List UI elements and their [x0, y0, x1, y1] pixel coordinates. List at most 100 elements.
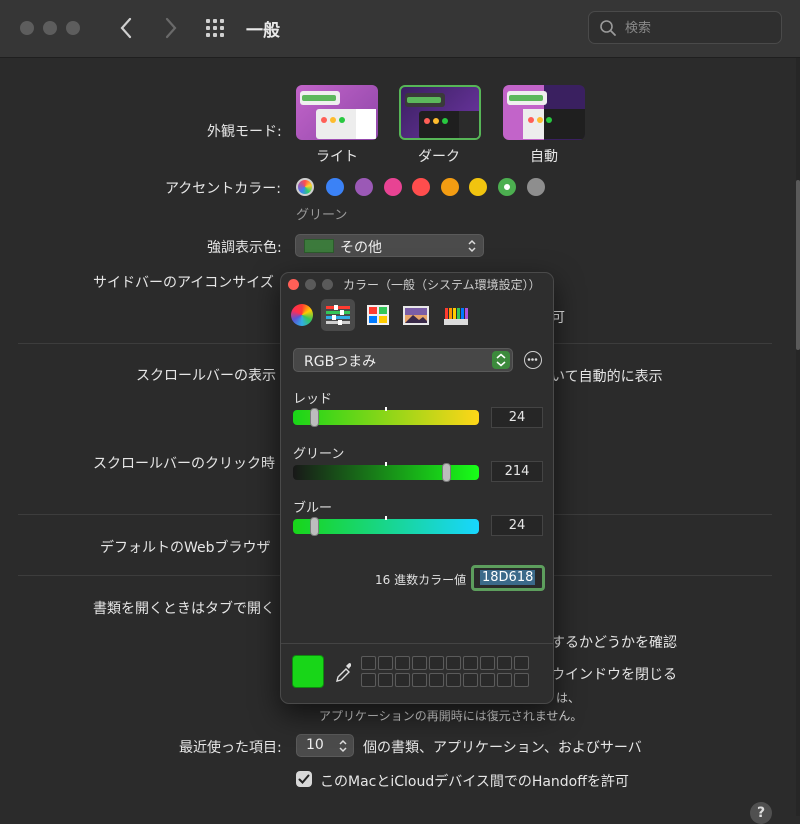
close-windows-text: ウインドウを閉じる	[551, 667, 677, 683]
back-button[interactable]	[115, 15, 137, 41]
red-slider-label: レッド	[293, 392, 333, 407]
recent-items-stepper[interactable]: 10	[296, 734, 354, 757]
hex-color-field[interactable]: 18D618	[471, 565, 545, 591]
scrollbar-display-label: スクロールバーの表示	[136, 368, 276, 384]
blue-slider-track[interactable]	[293, 516, 479, 534]
color-mode-arrow	[492, 351, 510, 369]
accent-graphite-dot[interactable]	[527, 178, 545, 196]
search-input[interactable]	[623, 18, 773, 38]
accent-blue-dot[interactable]	[326, 178, 344, 196]
swatch-cell[interactable]	[378, 673, 393, 687]
swatch-cell[interactable]	[361, 673, 376, 687]
accent-red-dot[interactable]	[412, 178, 430, 196]
accent-multicolor-dot[interactable]	[296, 178, 314, 196]
swatch-cell[interactable]	[463, 656, 478, 670]
swatch-cell[interactable]	[395, 673, 410, 687]
zoom-window-button[interactable]	[66, 21, 80, 35]
swatch-cell[interactable]	[480, 656, 495, 670]
appearance-dark-label: ダーク	[418, 149, 460, 165]
accent-selected-name: グリーン	[296, 208, 348, 223]
current-color-well[interactable]	[292, 655, 324, 688]
color-wheel-tab[interactable]	[285, 299, 319, 331]
updown-chevron-icon	[496, 353, 506, 367]
pencils-icon	[444, 308, 468, 325]
highlight-value: その他	[340, 240, 382, 256]
appearance-light-thumb[interactable]	[296, 85, 378, 140]
swatch-cell[interactable]	[412, 673, 427, 687]
swatch-cell[interactable]	[378, 656, 393, 670]
color-wheel-icon	[291, 304, 313, 326]
color-panel-titlebar: カラー（一般（システム環境設定））	[281, 273, 553, 295]
blue-value-field[interactable]: 24	[491, 515, 543, 536]
swatch-cell[interactable]	[412, 656, 427, 670]
appearance-dark-thumb[interactable]	[399, 85, 481, 140]
scrollbar-track[interactable]	[796, 58, 800, 816]
red-slider-knob[interactable]	[309, 408, 319, 427]
color-panel-zoom-button[interactable]	[322, 279, 333, 290]
image-palettes-tab[interactable]	[399, 299, 433, 331]
sidebar-icon-size-label: サイドバーのアイコンサイズ	[93, 275, 274, 291]
swatch-cell[interactable]	[429, 656, 444, 670]
updown-chevron-icon	[339, 739, 347, 753]
swatch-cell[interactable]	[361, 656, 376, 670]
swatch-cell[interactable]	[480, 673, 495, 687]
blue-slider-knob[interactable]	[309, 517, 319, 536]
handoff-checkbox[interactable]	[296, 771, 312, 787]
appearance-auto-thumb[interactable]	[503, 85, 585, 140]
appearance-light-label: ライト	[316, 149, 358, 165]
accent-purple-dot[interactable]	[355, 178, 373, 196]
swatch-cell[interactable]	[446, 656, 461, 670]
color-sliders-tab[interactable]	[321, 299, 355, 331]
accent-orange-dot[interactable]	[441, 178, 459, 196]
color-panel-title: カラー（一般（システム環境設定））	[343, 278, 541, 292]
forward-button[interactable]	[160, 15, 182, 41]
highlight-color-select[interactable]: その他	[295, 234, 484, 257]
color-panel-close-button[interactable]	[288, 279, 299, 290]
updown-chevron-icon	[468, 239, 476, 253]
handoff-label: このMacとiCloudデバイス間でのHandoffを許可	[320, 774, 629, 790]
swatch-cell[interactable]	[446, 673, 461, 687]
color-panel: カラー（一般（システム環境設定）） RGBつまみ レッド 24 グリーン 214…	[280, 272, 554, 704]
swatch-cell[interactable]	[429, 673, 444, 687]
close-window-button[interactable]	[20, 21, 34, 35]
green-value-field[interactable]: 214	[491, 461, 543, 482]
green-slider-track[interactable]	[293, 462, 479, 480]
scrollbar-display-option-text: いて自動的に表示	[551, 369, 663, 385]
swatch-cell[interactable]	[497, 673, 512, 687]
search-icon	[600, 20, 616, 36]
show-all-grid-icon[interactable]	[206, 19, 228, 39]
chevron-right-icon	[165, 17, 177, 39]
accent-pink-dot[interactable]	[384, 178, 402, 196]
scrollbar-thumb[interactable]	[796, 180, 800, 350]
recent-items-suffix: 個の書類、アプリケーション、およびサーバ	[363, 740, 642, 756]
swatch-cell[interactable]	[395, 656, 410, 670]
confirm-changes-text: するかどうかを確認	[551, 635, 677, 651]
accent-yellow-dot[interactable]	[469, 178, 487, 196]
minimize-window-button[interactable]	[43, 21, 57, 35]
checkmark-icon	[298, 774, 310, 784]
color-palettes-tab[interactable]	[361, 299, 395, 331]
swatch-cell[interactable]	[463, 673, 478, 687]
color-mode-select[interactable]: RGBつまみ	[293, 348, 513, 372]
recent-items-value: 10	[306, 737, 324, 753]
search-box[interactable]	[588, 11, 782, 44]
green-slider-knob[interactable]	[441, 463, 451, 482]
highlight-color-label: 強調表示色:	[207, 240, 282, 256]
eyedropper-icon[interactable]	[335, 661, 351, 683]
image-icon	[403, 306, 429, 325]
blue-slider-label: ブルー	[293, 501, 333, 516]
accent-green-dot[interactable]	[498, 178, 516, 196]
swatch-cell[interactable]	[497, 656, 512, 670]
green-slider-label: グリーン	[293, 447, 345, 462]
more-options-button[interactable]	[524, 351, 542, 369]
red-slider-track[interactable]	[293, 407, 479, 425]
help-button[interactable]: ?	[750, 802, 772, 824]
red-value-field[interactable]: 24	[491, 407, 543, 428]
chevron-left-icon	[120, 17, 132, 39]
color-panel-divider	[281, 643, 553, 644]
selected-indicator	[504, 184, 510, 190]
swatch-cell[interactable]	[514, 656, 529, 670]
swatch-cell[interactable]	[514, 673, 529, 687]
color-panel-minimize-button[interactable]	[305, 279, 316, 290]
pencils-tab[interactable]	[439, 299, 473, 331]
